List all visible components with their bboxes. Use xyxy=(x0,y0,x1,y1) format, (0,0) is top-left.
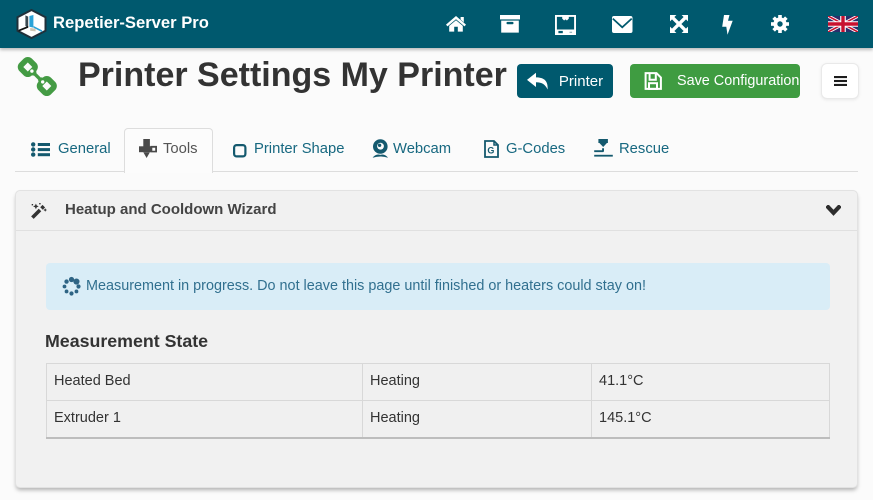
svg-text:G: G xyxy=(487,146,494,156)
